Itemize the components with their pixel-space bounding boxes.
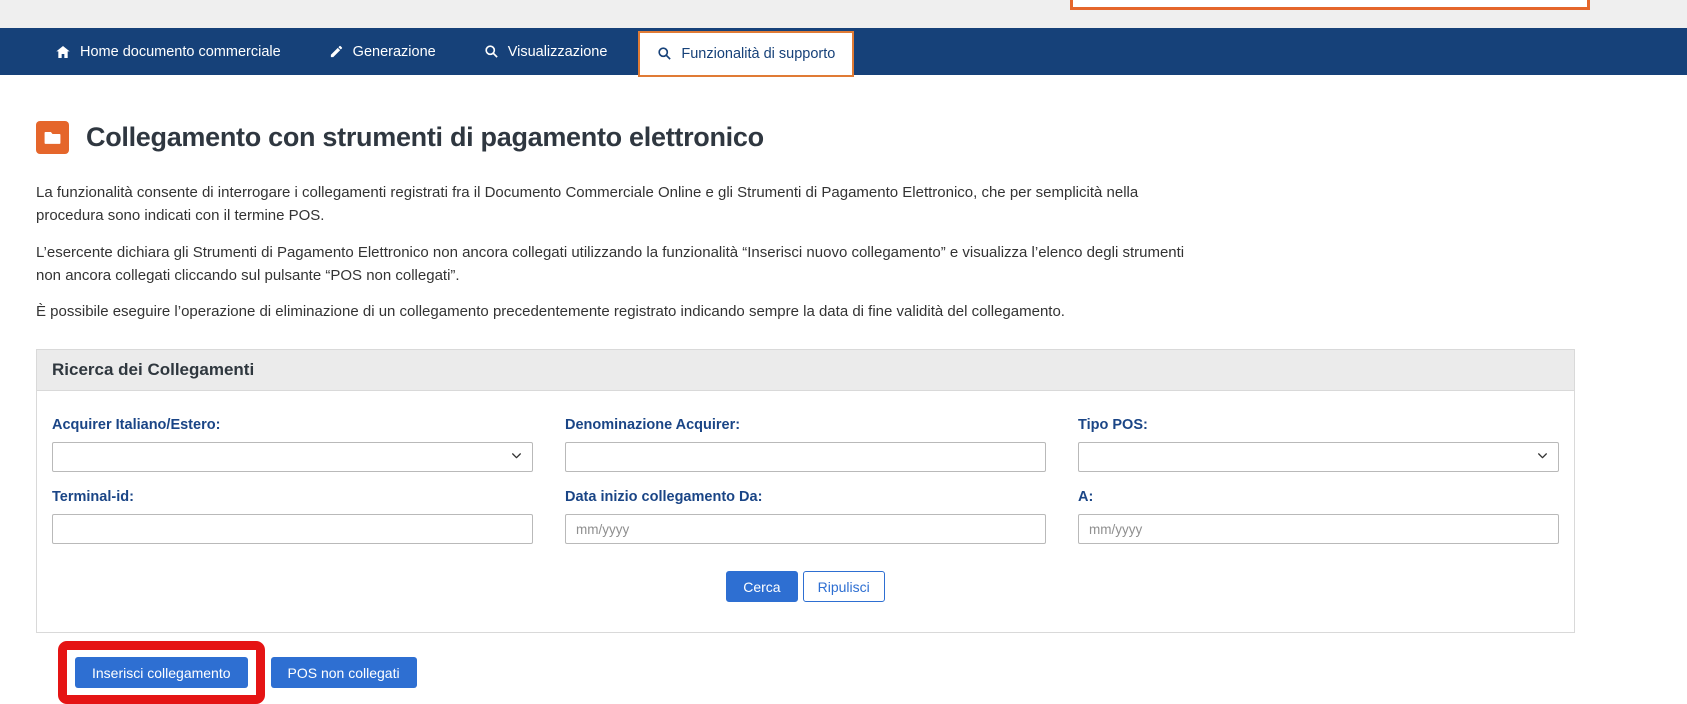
intro-paragraph-2: L’esercente dichiara gli Strumenti di Pa… <box>36 241 1186 288</box>
bottom-actions: Inserisci collegamento POS non collegati <box>58 641 1651 704</box>
intro-paragraph-1: La funzionalità consente di interrogare … <box>36 181 1186 228</box>
search-panel: Ricerca dei Collegamenti Acquirer Italia… <box>36 349 1575 633</box>
intro-paragraph-3: È possibile eseguire l’operazione di eli… <box>36 300 1186 323</box>
nav-item-label: Visualizzazione <box>508 44 608 60</box>
folder-icon <box>36 121 69 154</box>
cerca-button[interactable]: Cerca <box>726 571 797 602</box>
ripulisci-button[interactable]: Ripulisci <box>803 571 885 602</box>
acquirer-italiano-estero-select[interactable] <box>52 442 533 472</box>
data-inizio-a-input[interactable] <box>1078 514 1559 544</box>
main-navbar: Home documento commerciale Generazione V… <box>0 28 1687 75</box>
tipo-pos-select[interactable] <box>1078 442 1559 472</box>
field-acquirer-italiano-estero: Acquirer Italiano/Estero: <box>52 417 533 472</box>
field-label: Terminal-id: <box>52 489 533 505</box>
field-data-inizio-da: Data inizio collegamento Da: <box>565 489 1046 544</box>
red-highlight-annotation: Inserisci collegamento <box>58 641 265 704</box>
search-panel-title: Ricerca dei Collegamenti <box>37 350 1574 391</box>
chevron-down-icon <box>1536 449 1549 465</box>
chevron-down-icon <box>510 449 523 465</box>
nav-item-visualizzazione[interactable]: Visualizzazione <box>467 28 625 75</box>
data-inizio-da-input[interactable] <box>565 514 1046 544</box>
field-denominazione-acquirer: Denominazione Acquirer: <box>565 417 1046 472</box>
nav-item-funzionalita-supporto[interactable]: Funzionalità di supporto <box>638 31 854 77</box>
terminal-id-input[interactable] <box>52 514 533 544</box>
intro-text: La funzionalità consente di interrogare … <box>36 181 1186 323</box>
field-terminal-id: Terminal-id: <box>52 489 533 544</box>
field-label: A: <box>1078 489 1559 505</box>
denominazione-acquirer-input[interactable] <box>565 442 1046 472</box>
search-panel-body: Acquirer Italiano/Estero: Denominazione … <box>37 391 1574 632</box>
nav-item-home[interactable]: Home documento commerciale <box>38 28 298 75</box>
field-label: Denominazione Acquirer: <box>565 417 1046 433</box>
nav-item-label: Home documento commerciale <box>80 44 281 60</box>
field-data-inizio-a: A: <box>1078 489 1559 544</box>
inserisci-collegamento-button[interactable]: Inserisci collegamento <box>75 657 248 688</box>
nav-item-label: Generazione <box>353 44 436 60</box>
nav-item-label: Funzionalità di supporto <box>681 46 835 62</box>
page-title: Collegamento con strumenti di pagamento … <box>86 122 764 153</box>
field-label: Tipo POS: <box>1078 417 1559 433</box>
search-icon <box>657 46 672 61</box>
top-strip <box>0 0 1687 28</box>
partial-search-box[interactable] <box>1070 0 1590 10</box>
pos-non-collegati-button[interactable]: POS non collegati <box>271 657 417 688</box>
nav-item-generazione[interactable]: Generazione <box>312 28 453 75</box>
home-icon <box>55 44 71 60</box>
field-label: Data inizio collegamento Da: <box>565 489 1046 505</box>
pencil-icon <box>329 44 344 59</box>
field-label: Acquirer Italiano/Estero: <box>52 417 533 433</box>
field-tipo-pos: Tipo POS: <box>1078 417 1559 472</box>
page-header: Collegamento con strumenti di pagamento … <box>36 75 1651 154</box>
search-icon <box>484 44 499 59</box>
